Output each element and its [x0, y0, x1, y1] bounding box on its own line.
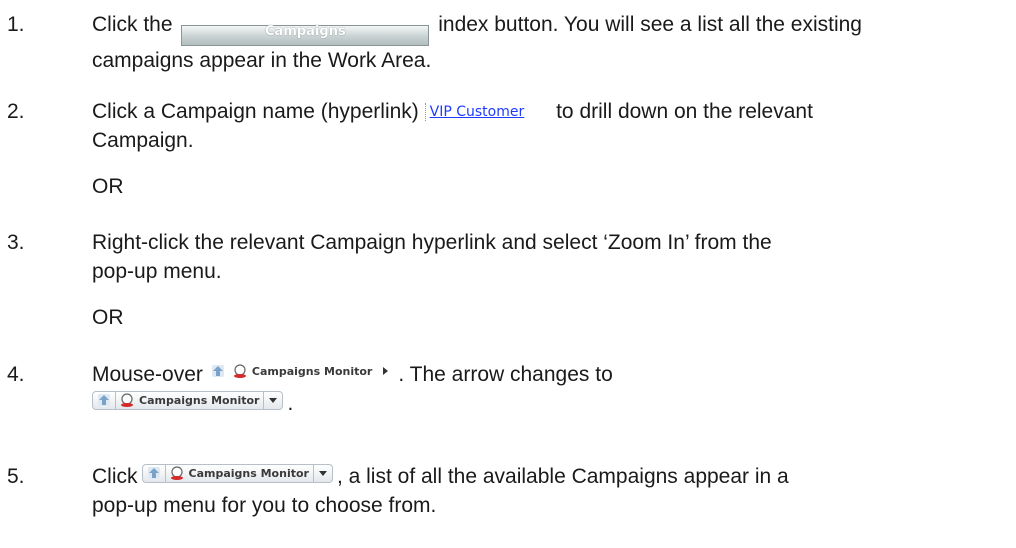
campaign-monitor-icon [170, 466, 184, 480]
chevron-down-icon[interactable] [263, 391, 282, 409]
step-text-segment: , a list of all the available Campaigns … [336, 465, 789, 488]
or-separator: OR [92, 306, 124, 329]
step-text: Click the Campaigns index button. You wi… [92, 10, 992, 75]
step-text-segment: Click a Campaign name (hyperlink) [92, 100, 419, 123]
campaign-monitor-icon [233, 364, 247, 378]
step-text-segment: index button. You will see a list all th… [438, 13, 862, 36]
chevron-right-icon[interactable] [376, 362, 394, 381]
campaign-monitor-item[interactable]: Campaigns Monitor [229, 362, 376, 381]
step-text: Click Campaigns Monitor , a list of all … [92, 462, 992, 520]
home-arrow-icon[interactable] [143, 465, 165, 482]
step-text: Mouse-over Campaigns Monitor . The arrow… [92, 360, 992, 418]
step-text-segment: Mouse-over [92, 363, 203, 386]
step-number: 4. [7, 363, 25, 386]
step-text-segment: pop-up menu. [92, 260, 222, 283]
campaigns-monitor-breadcrumb[interactable]: Campaigns Monitor [207, 362, 394, 381]
campaigns-monitor-breadcrumb-hover[interactable]: Campaigns Monitor [92, 390, 284, 410]
campaign-hyperlink[interactable]: VIP Customer [424, 103, 551, 121]
step-text-segment: Click [92, 465, 138, 488]
campaign-monitor-icon [120, 393, 134, 407]
step-text-segment: Campaign. [92, 129, 194, 152]
campaigns-monitor-breadcrumb-hover[interactable]: Campaigns Monitor [141, 463, 333, 483]
step-text: Click a Campaign name (hyperlink) VIP Cu… [92, 97, 992, 155]
home-arrow-icon[interactable] [207, 362, 229, 381]
step-number: 3. [7, 231, 25, 254]
step-text-segment: pop-up menu for you to choose from. [92, 494, 437, 517]
breadcrumb-label: Campaigns Monitor [251, 364, 373, 378]
or-separator: OR [92, 175, 124, 198]
step-text-segment: Right-click the relevant Campaign hyperl… [92, 231, 772, 254]
chevron-down-icon[interactable] [312, 464, 332, 482]
step-number: 2. [7, 100, 25, 123]
step-text-segment: . The arrow changes to [398, 363, 613, 386]
step-text: Right-click the relevant Campaign hyperl… [92, 228, 992, 286]
breadcrumb-label: Campaigns Monitor [188, 466, 309, 480]
step-text-segment: . [287, 392, 294, 415]
step-text-segment: Click the [92, 13, 173, 36]
breadcrumb-label: Campaigns Monitor [139, 393, 260, 407]
step-text-segment: to drill down on the relevant [556, 100, 813, 123]
step-text-segment: campaigns appear in the Work Area. [92, 49, 432, 72]
home-arrow-icon[interactable] [93, 392, 115, 409]
campaign-monitor-item[interactable]: Campaigns Monitor [164, 464, 313, 482]
campaigns-index-button[interactable]: Campaigns [181, 25, 430, 46]
campaign-monitor-item[interactable]: Campaigns Monitor [115, 391, 263, 409]
step-number: 1. [7, 13, 25, 36]
step-number: 5. [7, 465, 25, 488]
